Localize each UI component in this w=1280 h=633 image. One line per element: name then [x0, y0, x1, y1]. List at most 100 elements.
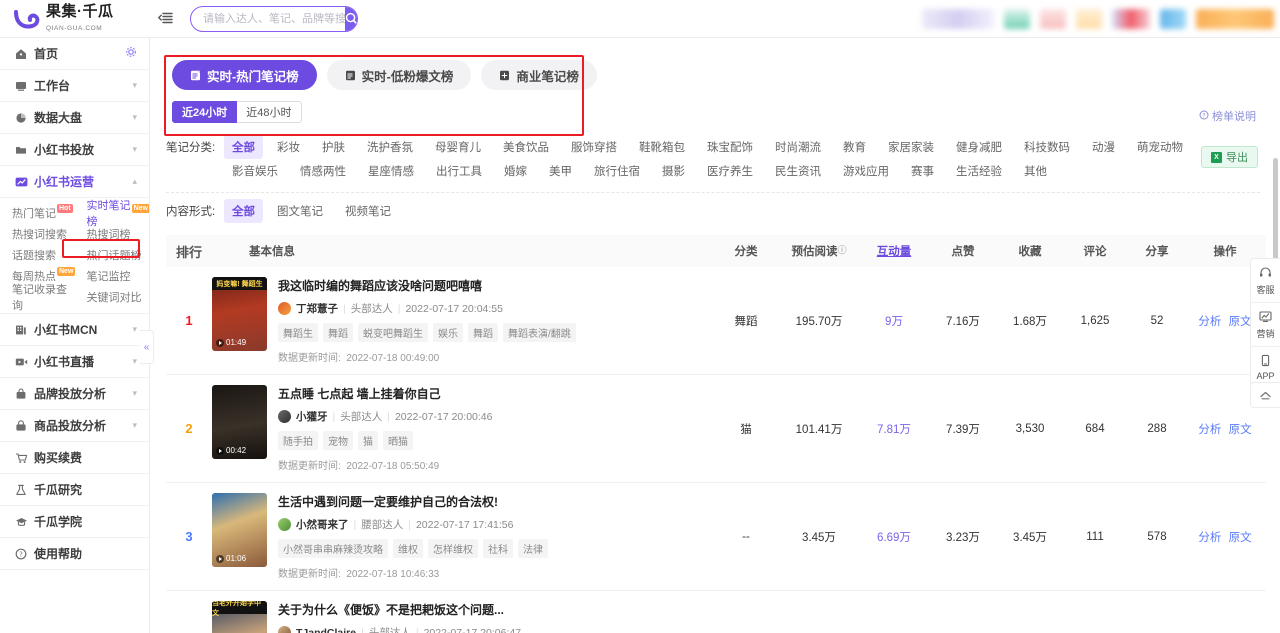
menu-collapse-icon[interactable] [154, 12, 176, 25]
rank-description-link[interactable]: ? 榜单说明 [1199, 108, 1256, 124]
note-thumbnail[interactable]: 01:06 [212, 493, 267, 567]
table-row[interactable]: 2 00:42 五点睡 七点起 墙上挂着你自己 小獾牙 | 头部达 [166, 375, 1266, 483]
col-interaction[interactable]: 互动量 [858, 243, 930, 259]
sidebar-item-workbench[interactable]: 工作台 ▾ [0, 70, 149, 102]
sidebar-item-help[interactable]: ? 使用帮助 [0, 538, 149, 570]
filter-option[interactable]: 情感两性 [292, 159, 354, 183]
submenu-item-hot-word-rank[interactable]: 热搜词榜 [75, 223, 150, 244]
note-title[interactable]: 我这临时编的舞蹈应该没啥问题吧嘻嘻 [278, 277, 712, 294]
tag[interactable]: 晒猫 [383, 431, 413, 450]
filter-option[interactable]: 全部 [224, 199, 263, 223]
sidebar-item-data-dashboard[interactable]: 数据大盘 ▾ [0, 102, 149, 134]
submenu-item-hot-word-search[interactable]: 热搜词搜索 [0, 223, 75, 244]
tab-realtime-low-fan-viral[interactable]: 实时-低粉爆文榜 [327, 60, 472, 90]
submenu-item-hot-topic-rank[interactable]: 热门话题榜 [75, 244, 150, 265]
export-button[interactable]: X 导出 [1201, 146, 1258, 168]
filter-option[interactable]: 科技数码 [1016, 135, 1078, 159]
original-link[interactable]: 原文 [1229, 316, 1252, 328]
filter-option[interactable]: 美甲 [541, 159, 580, 183]
filter-option[interactable]: 星座情感 [360, 159, 422, 183]
table-row[interactable]: 3 01:06 生活中遇到问题一定要维护自己的合法权! 小然哥来了 | [166, 483, 1266, 591]
submenu-item-realtime-note-rank[interactable]: 实时笔记榜New [75, 202, 150, 223]
avatar[interactable] [278, 626, 291, 633]
tag[interactable]: 娱乐 [433, 323, 463, 342]
filter-option[interactable]: 动漫 [1084, 135, 1123, 159]
sidebar-item-xhs-operation[interactable]: 小红书运营 ▴ [0, 166, 149, 198]
tag[interactable]: 怎样维权 [428, 539, 478, 558]
filter-option[interactable]: 赛事 [903, 159, 942, 183]
tag[interactable]: 法律 [518, 539, 548, 558]
analyze-link[interactable]: 分析 [1198, 532, 1221, 544]
note-thumbnail[interactable]: 妈变嘛! 舞蹈生 01:49 [212, 277, 267, 351]
filter-option[interactable]: 民生资讯 [767, 159, 829, 183]
tag[interactable]: 社科 [483, 539, 513, 558]
filter-option[interactable]: 护肤 [314, 135, 353, 159]
tag[interactable]: 猫 [358, 431, 378, 450]
sidebar-item-xhs-mcn[interactable]: 小红书MCN ▾ [0, 314, 149, 346]
submenu-item-hot-notes[interactable]: 热门笔记Hot [0, 202, 75, 223]
author-name[interactable]: TJandClaire [296, 627, 356, 633]
filter-option[interactable]: 洗护香氛 [359, 135, 421, 159]
segment-last-24h[interactable]: 近24小时 [172, 101, 237, 123]
filter-option[interactable]: 游戏应用 [835, 159, 897, 183]
sidebar-item-xhs-placement[interactable]: 小红书投放 ▾ [0, 134, 149, 166]
search-input[interactable] [191, 7, 345, 31]
submenu-item-keyword-compare[interactable]: 关键词对比 [75, 286, 150, 307]
filter-option[interactable]: 影音娱乐 [224, 159, 286, 183]
tag[interactable]: 舞蹈 [323, 323, 353, 342]
brand-logo[interactable]: 果集·千瓜 QIAN-GUA.COM [0, 4, 150, 33]
note-title[interactable]: 五点睡 七点起 墙上挂着你自己 [278, 385, 712, 402]
filter-option[interactable]: 婚嫁 [496, 159, 535, 183]
original-link[interactable]: 原文 [1229, 532, 1252, 544]
sidebar-item-xhs-live[interactable]: 小红书直播 ▾ [0, 346, 149, 378]
submenu-item-note-index-query[interactable]: 笔记收录查询 [0, 286, 75, 307]
sidebar-item-home[interactable]: 首页 [0, 38, 149, 70]
tag[interactable]: 维权 [393, 539, 423, 558]
filter-option[interactable]: 健身减肥 [948, 135, 1010, 159]
search-box[interactable] [190, 6, 358, 32]
tag[interactable]: 宠物 [323, 431, 353, 450]
gear-icon[interactable] [125, 46, 137, 61]
panel-item-customer-service[interactable]: 客服 [1251, 259, 1280, 303]
filter-option[interactable]: 萌宠动物 [1129, 135, 1191, 159]
note-title[interactable]: 生活中遇到问题一定要维护自己的合法权! [278, 493, 712, 510]
avatar[interactable] [278, 410, 291, 423]
panel-item-marketing[interactable]: 营销 [1251, 303, 1280, 347]
submenu-item-note-monitor[interactable]: 笔记监控 [75, 265, 150, 286]
search-button[interactable] [345, 7, 358, 31]
table-row[interactable]: 1 妈变嘛! 舞蹈生 01:49 我这临时编的舞蹈应该没啥问题吧嘻嘻 丁郑薏子 [166, 267, 1266, 375]
filter-option[interactable]: 生活经验 [948, 159, 1010, 183]
sidebar[interactable]: 首页 工作台 ▾ 数据大盘 ▾ 小红书投放 ▾ [0, 38, 150, 633]
filter-option[interactable]: 时尚潮流 [767, 135, 829, 159]
tab-realtime-hot-notes[interactable]: 实时-热门笔记榜 [172, 60, 317, 90]
note-thumbnail[interactable]: 当老外开始学中文 01:19 [212, 601, 267, 633]
filter-option[interactable]: 教育 [835, 135, 874, 159]
segment-last-48h[interactable]: 近48小时 [237, 101, 301, 123]
filter-option[interactable]: 视频笔记 [337, 199, 399, 223]
filter-option[interactable]: 珠宝配饰 [699, 135, 761, 159]
filter-option[interactable]: 旅行住宿 [586, 159, 648, 183]
author-name[interactable]: 小獾牙 [296, 409, 328, 424]
avatar[interactable] [278, 302, 291, 315]
note-title[interactable]: 关于为什么《便饭》不是把耙饭这个问题... [278, 601, 712, 618]
tag[interactable]: 随手拍 [278, 431, 318, 450]
analyze-link[interactable]: 分析 [1198, 316, 1221, 328]
filter-option[interactable]: 全部 [224, 135, 263, 159]
tag[interactable]: 舞蹈 [468, 323, 498, 342]
submenu-item-topic-search[interactable]: 话题搜索 [0, 244, 75, 265]
filter-option[interactable]: 摄影 [654, 159, 693, 183]
sidebar-item-purchase-renew[interactable]: 购买续费 [0, 442, 149, 474]
original-link[interactable]: 原文 [1229, 424, 1252, 436]
filter-option[interactable]: 医疗养生 [699, 159, 761, 183]
tag[interactable]: 舞蹈生 [278, 323, 318, 342]
filter-option[interactable]: 图文笔记 [269, 199, 331, 223]
sidebar-collapse-toggle[interactable]: « [140, 330, 154, 364]
tab-commercial-notes[interactable]: 商业笔记榜 [481, 60, 597, 90]
filter-option[interactable]: 鞋靴箱包 [631, 135, 693, 159]
filter-option[interactable]: 美食饮品 [495, 135, 557, 159]
back-to-top-button[interactable] [1250, 382, 1280, 408]
panel-item-app[interactable]: APP [1251, 347, 1280, 387]
filter-option[interactable]: 出行工具 [428, 159, 490, 183]
sidebar-item-qiangua-research[interactable]: 千瓜研究 [0, 474, 149, 506]
tag[interactable]: 舞蹈表演/翻跳 [503, 323, 576, 342]
